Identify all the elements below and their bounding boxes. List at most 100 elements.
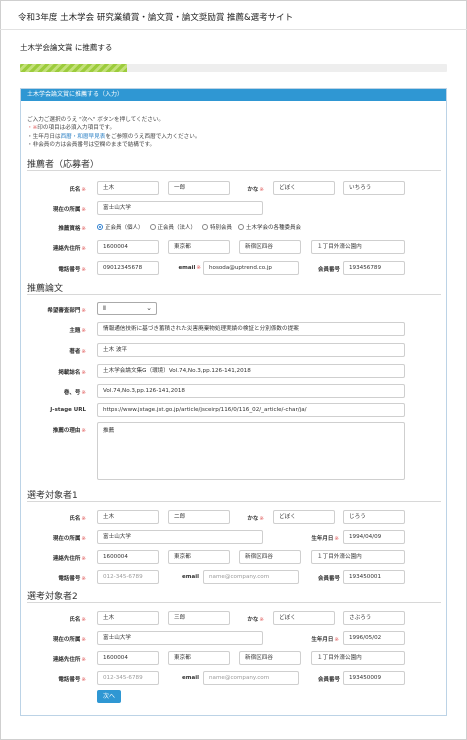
radio-committee[interactable]: 土木学会の各種委員会: [238, 223, 301, 231]
section-divider: [27, 294, 441, 295]
label-affiliation: 現在の所属※: [52, 536, 86, 542]
candidate1-pref[interactable]: 東京都: [168, 550, 230, 564]
label-department: 希望審査部門※: [47, 308, 86, 314]
paper-volume[interactable]: Vol.74,No.3,pp.126-141,2018: [97, 384, 405, 398]
candidate2-member-no[interactable]: 193450009: [343, 671, 405, 685]
label-volume: 巻、号※: [63, 390, 86, 396]
chevron-down-icon: ⌄: [146, 304, 152, 312]
candidate2-city[interactable]: 新宿区四谷: [239, 651, 301, 665]
label-kana: かな※: [247, 516, 264, 522]
candidate1-phone[interactable]: 012-345-6789: [97, 570, 159, 584]
label-affiliation: 現在の所属※: [52, 207, 86, 213]
paper-jstage-url[interactable]: https://www.jstage.jst.go.jp/article/jsc…: [97, 403, 405, 417]
candidate1-affiliation[interactable]: 富士山大学: [97, 530, 263, 544]
label-subject: 主題※: [69, 328, 86, 334]
qualification-radio-group: 正会員（個人） 正会員（法人） 特別会員 土木学会の各種委員会: [97, 223, 307, 231]
recommender-city[interactable]: 新宿区四谷: [239, 240, 301, 254]
candidate2-birthdate[interactable]: 1996/05/02: [343, 631, 405, 645]
label-qualification: 推薦資格※: [58, 226, 86, 232]
label-phone: 電話番号※: [58, 576, 86, 582]
paper-subject[interactable]: 情報通信技術に基づき蓄積された災害廃棄物処理実績の検証と分別係数の提案: [97, 322, 405, 336]
candidate2-address[interactable]: １丁目外濠公園内: [311, 651, 405, 665]
recommender-address[interactable]: １丁目外濠公園内: [311, 240, 405, 254]
candidate1-address[interactable]: １丁目外濠公園内: [311, 550, 405, 564]
note-line: ・生年月日は西暦・和暦早見表をご参照のうえ西暦で入力ください。: [27, 133, 200, 141]
label-name: 氏名※: [69, 187, 86, 193]
section-title-candidate2: 選考対象者2: [27, 592, 78, 602]
label-email: email: [182, 675, 199, 681]
paper-author[interactable]: 土木 波平: [97, 343, 405, 357]
recommender-email[interactable]: hosoda@uptrend.co.jp: [203, 261, 299, 275]
recommender-kana-last[interactable]: どぼく: [273, 181, 335, 195]
recommender-phone[interactable]: 09012345678: [97, 261, 159, 275]
note-line: ・※印の項目は必須入力項目です。: [27, 124, 200, 132]
label-birthdate: 生年月日※: [311, 637, 339, 643]
site-title: 令和3年度 土木学会 研究業績賞・論文賞・論文奨励賞 推薦&選考サイト: [18, 13, 294, 23]
candidate1-zip[interactable]: 1600004: [97, 550, 159, 564]
department-select[interactable]: Ⅱ ⌄: [97, 302, 157, 315]
label-email: email※: [178, 265, 201, 271]
recommender-first-name[interactable]: 一郎: [168, 181, 230, 195]
recommender-kana-first[interactable]: いちろう: [343, 181, 405, 195]
candidate1-kana-last[interactable]: どぼく: [273, 510, 335, 524]
label-contact: 連絡先住所※: [52, 657, 86, 663]
label-contact: 連絡先住所※: [52, 556, 86, 562]
candidate2-phone[interactable]: 012-345-6789: [97, 671, 159, 685]
radio-regular-corporate[interactable]: 正会員（法人）: [149, 223, 196, 231]
form-panel: 土木学会論文賞に推薦する（入力） ご入力ご選択のうえ "次へ" ボタンを押してく…: [20, 88, 447, 716]
recommender-pref[interactable]: 東京都: [168, 240, 230, 254]
label-contact: 連絡先住所※: [52, 246, 86, 252]
label-email: email: [182, 574, 199, 580]
radio-special-member[interactable]: 特別会員: [202, 223, 232, 231]
section-divider: [27, 602, 441, 603]
candidate1-last-name[interactable]: 土木: [97, 510, 159, 524]
candidate1-kana-first[interactable]: じろう: [343, 510, 405, 524]
section-title-paper: 推薦論文: [27, 284, 64, 294]
candidate2-affiliation[interactable]: 富士山大学: [97, 631, 263, 645]
paper-reason[interactable]: 推薦: [97, 422, 405, 480]
paper-journal[interactable]: 土木学会論文集G（環境）Vol.74,No.3,pp.126-141,2018: [97, 364, 405, 378]
note-line: ご入力ご選択のうえ "次へ" ボタンを押してください。: [27, 117, 165, 123]
label-author: 著者※: [69, 349, 86, 355]
label-jstage: J-stage URL: [50, 407, 86, 413]
candidate1-city[interactable]: 新宿区四谷: [239, 550, 301, 564]
progress-bar: [20, 64, 447, 72]
page-title: 土木学会論文賞 に推薦する: [20, 43, 113, 52]
recommender-zip[interactable]: 1600004: [97, 240, 159, 254]
candidate2-email[interactable]: name@company.com: [203, 671, 299, 685]
note-text: 印の項目は必須入力項目です。: [37, 125, 116, 132]
label-kana: かな※: [247, 187, 264, 193]
radio-regular-individual[interactable]: 正会員（個人）: [97, 223, 144, 231]
candidate1-email[interactable]: name@company.com: [203, 570, 299, 584]
section-divider: [27, 170, 441, 171]
note-text: をご参照のうえ西暦で入力ください。: [105, 133, 201, 140]
candidate1-first-name[interactable]: 二郎: [168, 510, 230, 524]
label-birthdate: 生年月日※: [311, 536, 339, 542]
era-chart-link[interactable]: 西暦・和暦早見表: [61, 134, 106, 140]
candidate2-kana-last[interactable]: どぼく: [273, 611, 335, 625]
panel-heading: 土木学会論文賞に推薦する（入力）: [21, 89, 446, 101]
candidate2-pref[interactable]: 東京都: [168, 651, 230, 665]
label-member-no: 会員番号: [317, 267, 340, 273]
label-phone: 電話番号※: [58, 677, 86, 683]
label-affiliation: 現在の所属※: [52, 637, 86, 643]
candidate1-member-no[interactable]: 193450001: [343, 570, 405, 584]
candidate2-kana-first[interactable]: さぶろう: [343, 611, 405, 625]
next-button[interactable]: 次へ: [97, 690, 121, 703]
candidate1-birthdate[interactable]: 1994/04/09: [343, 530, 405, 544]
label-journal: 掲載誌名※: [58, 370, 86, 376]
note-line: ・非会員の方は会員番号は空欄のままで結構です。: [27, 141, 156, 148]
note-text: ・生年月日は: [27, 133, 61, 140]
instructions: ご入力ご選択のうえ "次へ" ボタンを押してください。 ・※印の項目は必須入力項…: [27, 116, 200, 149]
label-reason: 推薦の理由※: [52, 428, 86, 434]
recommender-member-no[interactable]: 193456789: [343, 261, 405, 275]
candidate2-zip[interactable]: 1600004: [97, 651, 159, 665]
required-mark: ・※: [27, 125, 38, 132]
section-title-candidate1: 選考対象者1: [27, 491, 78, 501]
label-phone: 電話番号※: [58, 267, 86, 273]
label-kana: かな※: [247, 617, 264, 623]
recommender-affiliation[interactable]: 富士山大学: [97, 201, 263, 215]
candidate2-last-name[interactable]: 土木: [97, 611, 159, 625]
candidate2-first-name[interactable]: 三郎: [168, 611, 230, 625]
recommender-last-name[interactable]: 土木: [97, 181, 159, 195]
